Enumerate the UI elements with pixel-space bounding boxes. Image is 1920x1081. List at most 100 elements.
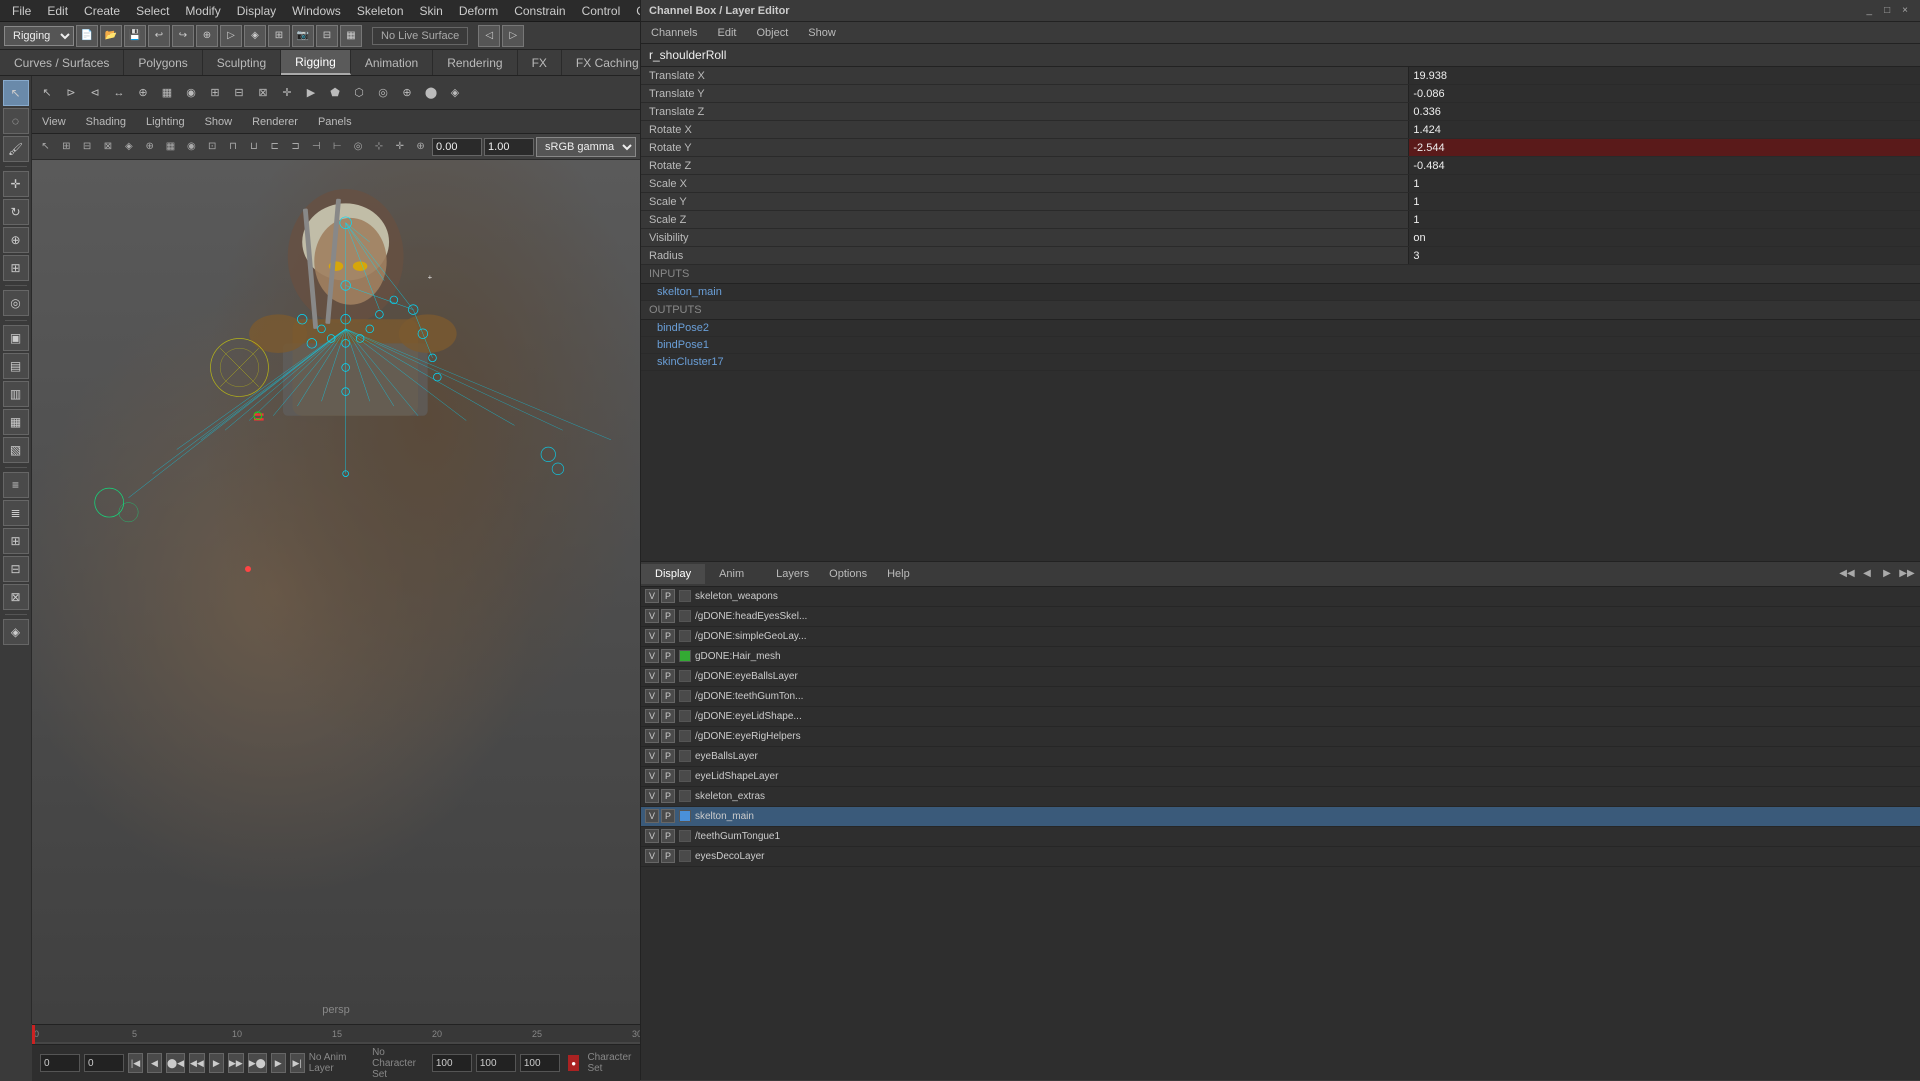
gamma-dropdown[interactable]: sRGB gamma <box>536 137 636 157</box>
tb3-4[interactable]: ⊠ <box>99 137 118 157</box>
cb-menu-show[interactable]: Show <box>798 25 846 41</box>
sec-btn-7[interactable]: ◉ <box>180 82 202 104</box>
layer-btn-next[interactable]: ▶ <box>1878 565 1896 583</box>
layer-v-btn[interactable]: V <box>645 669 659 683</box>
layer-v-btn[interactable]: V <box>645 729 659 743</box>
da-layers[interactable]: Layers <box>766 566 819 582</box>
view-menu-panels[interactable]: Panels <box>308 114 362 130</box>
tb3-9[interactable]: ⊡ <box>203 137 222 157</box>
tl-range-start[interactable] <box>432 1054 472 1072</box>
layer-v-btn[interactable]: V <box>645 689 659 703</box>
cb-close[interactable]: × <box>1898 5 1912 16</box>
layer-row[interactable]: V P /gDONE:eyeRigHelpers <box>641 727 1920 747</box>
menu-control[interactable]: Control <box>574 2 629 20</box>
tl-range-end[interactable] <box>476 1054 516 1072</box>
menu-windows[interactable]: Windows <box>284 2 349 20</box>
layer-v-btn[interactable]: V <box>645 609 659 623</box>
tl-range-total[interactable] <box>520 1054 560 1072</box>
cb-menu-edit[interactable]: Edit <box>707 25 746 41</box>
scale-tool[interactable]: ⊕ <box>3 227 29 253</box>
sec-btn-2[interactable]: ⊳ <box>60 82 82 104</box>
tb3-6[interactable]: ⊕ <box>140 137 159 157</box>
extra-btn2[interactable]: ▷ <box>502 25 524 47</box>
sec-btn-9[interactable]: ⊟ <box>228 82 250 104</box>
layer-row[interactable]: V P skelton_main <box>641 807 1920 827</box>
extra-btn1[interactable]: ◁ <box>478 25 500 47</box>
sec-btn-15[interactable]: ◎ <box>372 82 394 104</box>
universal-tool[interactable]: ⊞ <box>3 255 29 281</box>
tab-anim[interactable]: Anim <box>705 564 758 584</box>
move-tool[interactable]: ✛ <box>3 171 29 197</box>
layer-p-btn[interactable]: P <box>661 669 675 683</box>
sec-btn-18[interactable]: ◈ <box>444 82 466 104</box>
rotate-tool[interactable]: ↻ <box>3 199 29 225</box>
layer-row[interactable]: V P eyeLidShapeLayer <box>641 767 1920 787</box>
viewport[interactable]: + persp <box>32 160 640 1024</box>
layer-row[interactable]: V P /gDONE:headEyesSkel... <box>641 607 1920 627</box>
view-menu-show[interactable]: Show <box>195 114 243 130</box>
layer-p-btn[interactable]: P <box>661 729 675 743</box>
camera-btn[interactable]: 📷 <box>292 25 314 47</box>
layer-p-btn[interactable]: P <box>661 589 675 603</box>
tool-5[interactable]: ▤ <box>3 353 29 379</box>
tb3-2[interactable]: ⊞ <box>57 137 76 157</box>
menu-display[interactable]: Display <box>229 2 284 20</box>
layer-p-btn[interactable]: P <box>661 749 675 763</box>
tb3-15[interactable]: ⊢ <box>328 137 347 157</box>
tb3-18[interactable]: ✛ <box>390 137 409 157</box>
sec-btn-17[interactable]: ⬤ <box>420 82 442 104</box>
tb3-3[interactable]: ⊟ <box>78 137 97 157</box>
layer-row[interactable]: V P skeleton_weapons <box>641 587 1920 607</box>
cb-menu-channels[interactable]: Channels <box>641 25 707 41</box>
input-skelton-main[interactable]: skelton_main <box>641 284 1920 301</box>
tl-start-btn[interactable]: |◀ <box>128 1053 143 1073</box>
menu-constrain[interactable]: Constrain <box>506 2 573 20</box>
tl-next-frame-btn[interactable]: ▶ <box>271 1053 286 1073</box>
sec-btn-16[interactable]: ⊕ <box>396 82 418 104</box>
tb3-17[interactable]: ⊹ <box>370 137 389 157</box>
tl-prev-key-btn[interactable]: ⬤◀ <box>166 1053 185 1073</box>
tool-7[interactable]: ▦ <box>3 409 29 435</box>
layer-row[interactable]: V P eyesDecoLayer <box>641 847 1920 867</box>
layer-row[interactable]: V P skeleton_extras <box>641 787 1920 807</box>
sec-btn-14[interactable]: ⬡ <box>348 82 370 104</box>
tab-polygons[interactable]: Polygons <box>124 50 202 75</box>
mode-dropdown[interactable]: Rigging <box>4 26 74 46</box>
tb3-7[interactable]: ▦ <box>161 137 180 157</box>
tl-start-input[interactable] <box>40 1054 80 1072</box>
render-btn[interactable]: ▷ <box>220 25 242 47</box>
layer-row[interactable]: V P /teethGumTongue1 <box>641 827 1920 847</box>
cb-minimize[interactable]: _ <box>1863 5 1877 16</box>
tb3-14[interactable]: ⊣ <box>307 137 326 157</box>
redo-btn[interactable]: ↪ <box>172 25 194 47</box>
value2-input[interactable] <box>484 138 534 156</box>
value1-input[interactable] <box>432 138 482 156</box>
open-btn[interactable]: 📂 <box>100 25 122 47</box>
sec-btn-13[interactable]: ⬟ <box>324 82 346 104</box>
tl-play-fwd-btn[interactable]: ▶▶ <box>228 1053 244 1073</box>
output-bindpose2[interactable]: bindPose2 <box>641 320 1920 337</box>
menu-file[interactable]: File <box>4 2 39 20</box>
menu-edit[interactable]: Edit <box>39 2 76 20</box>
view-menu-lighting[interactable]: Lighting <box>136 114 195 130</box>
layer-p-btn[interactable]: P <box>661 609 675 623</box>
menu-create[interactable]: Create <box>76 2 128 20</box>
tool-9[interactable]: ≡ <box>3 472 29 498</box>
layer-v-btn[interactable]: V <box>645 769 659 783</box>
cb-menu-object[interactable]: Object <box>746 25 798 41</box>
tb3-8[interactable]: ◉ <box>182 137 201 157</box>
sec-btn-1[interactable]: ↖ <box>36 82 58 104</box>
display-btn[interactable]: ⊞ <box>268 25 290 47</box>
layer-p-btn[interactable]: P <box>661 809 675 823</box>
soft-select[interactable]: ◎ <box>3 290 29 316</box>
layer-v-btn[interactable]: V <box>645 809 659 823</box>
tool-8[interactable]: ▧ <box>3 437 29 463</box>
paint-tool[interactable]: 🖌 <box>3 136 29 162</box>
view-menu-shading[interactable]: Shading <box>76 114 136 130</box>
tool-4[interactable]: ▣ <box>3 325 29 351</box>
tb3-19[interactable]: ⊕ <box>411 137 430 157</box>
layer-v-btn[interactable]: V <box>645 709 659 723</box>
tab-animation[interactable]: Animation <box>351 50 433 75</box>
tb3-10[interactable]: ⊓ <box>224 137 243 157</box>
layer-btn-prev[interactable]: ◀ <box>1858 565 1876 583</box>
